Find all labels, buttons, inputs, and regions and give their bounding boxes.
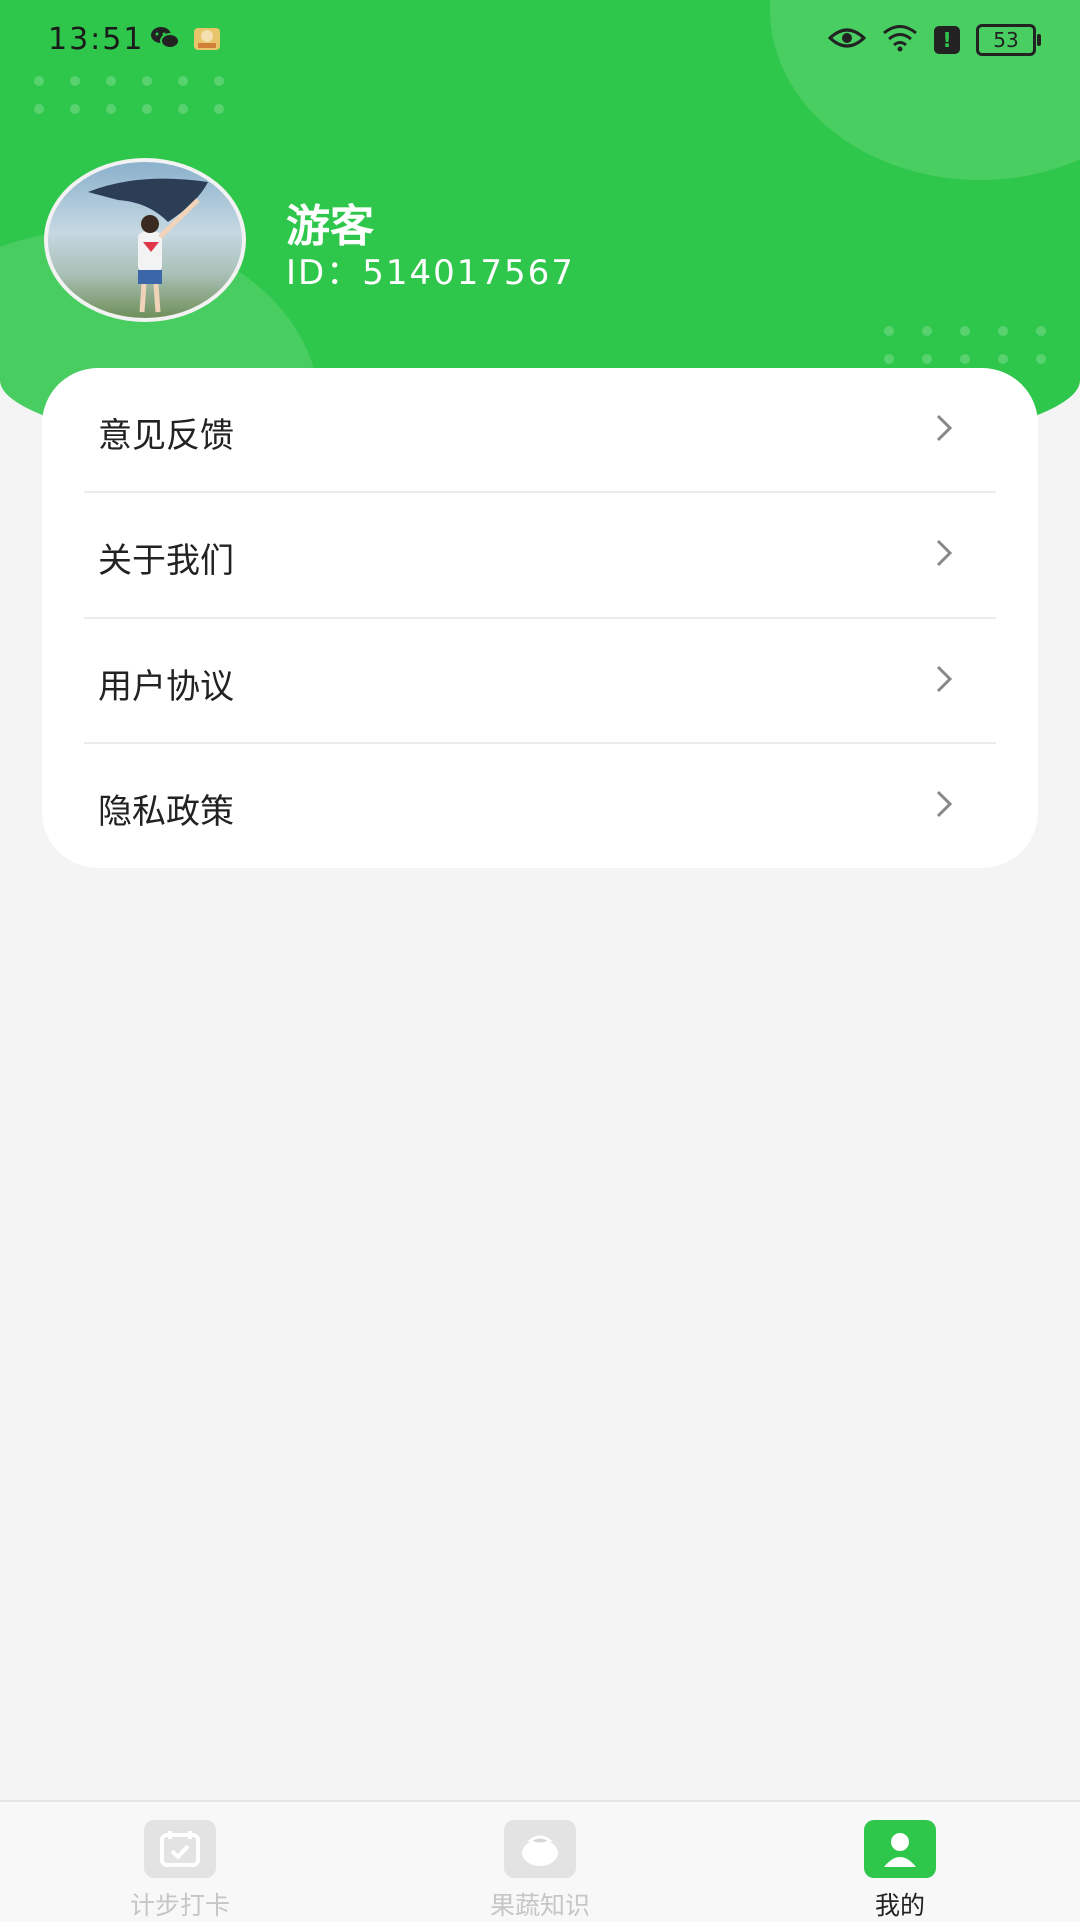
menu-item-label: 意见反馈 (98, 416, 234, 456)
status-bar: 13:51 ! 53 (0, 0, 1080, 82)
status-left-icons (150, 24, 222, 56)
tab-fruit-knowledge[interactable]: 果蔬知识 (430, 1820, 650, 1922)
alert-icon: ! (934, 26, 960, 54)
menu-item-feedback[interactable]: 意见反馈 (42, 368, 996, 492)
menu-item-about-us[interactable]: 关于我们 (42, 493, 996, 617)
bottom-tab-bar: 计步打卡 果蔬知识 我的 (0, 1800, 1080, 1922)
menu-item-label: 关于我们 (98, 541, 234, 581)
menu-item-user-agreement[interactable]: 用户协议 (42, 619, 996, 743)
avatar[interactable] (44, 158, 246, 322)
tab-label: 果蔬知识 (489, 1891, 590, 1920)
battery-indicator: 53 (976, 24, 1041, 56)
chevron-right-icon (934, 663, 954, 699)
tab-label: 计步打卡 (129, 1891, 230, 1920)
menu-item-label: 用户协议 (98, 667, 234, 707)
wechat-icon (150, 25, 180, 55)
chevron-right-icon (934, 412, 954, 448)
tab-label: 我的 (874, 1891, 925, 1920)
status-time: 13:51 (48, 22, 145, 57)
chevron-right-icon (934, 537, 954, 573)
tab-mine[interactable]: 我的 (790, 1820, 1010, 1922)
calendar-check-icon (144, 1820, 216, 1878)
menu-item-privacy-policy[interactable]: 隐私政策 (42, 744, 996, 868)
chevron-right-icon (934, 788, 954, 824)
app-notification-icon (192, 24, 222, 56)
status-right-icons: ! 53 (827, 24, 1041, 56)
user-id: ID：514017567 (286, 253, 575, 293)
eye-icon (827, 26, 867, 54)
fruit-icon (504, 1820, 576, 1878)
wifi-icon (882, 24, 918, 56)
menu-item-label: 隐私政策 (98, 792, 234, 832)
tab-step-checkin[interactable]: 计步打卡 (70, 1820, 290, 1922)
user-icon (864, 1820, 936, 1878)
decorative-dots (884, 326, 1046, 364)
